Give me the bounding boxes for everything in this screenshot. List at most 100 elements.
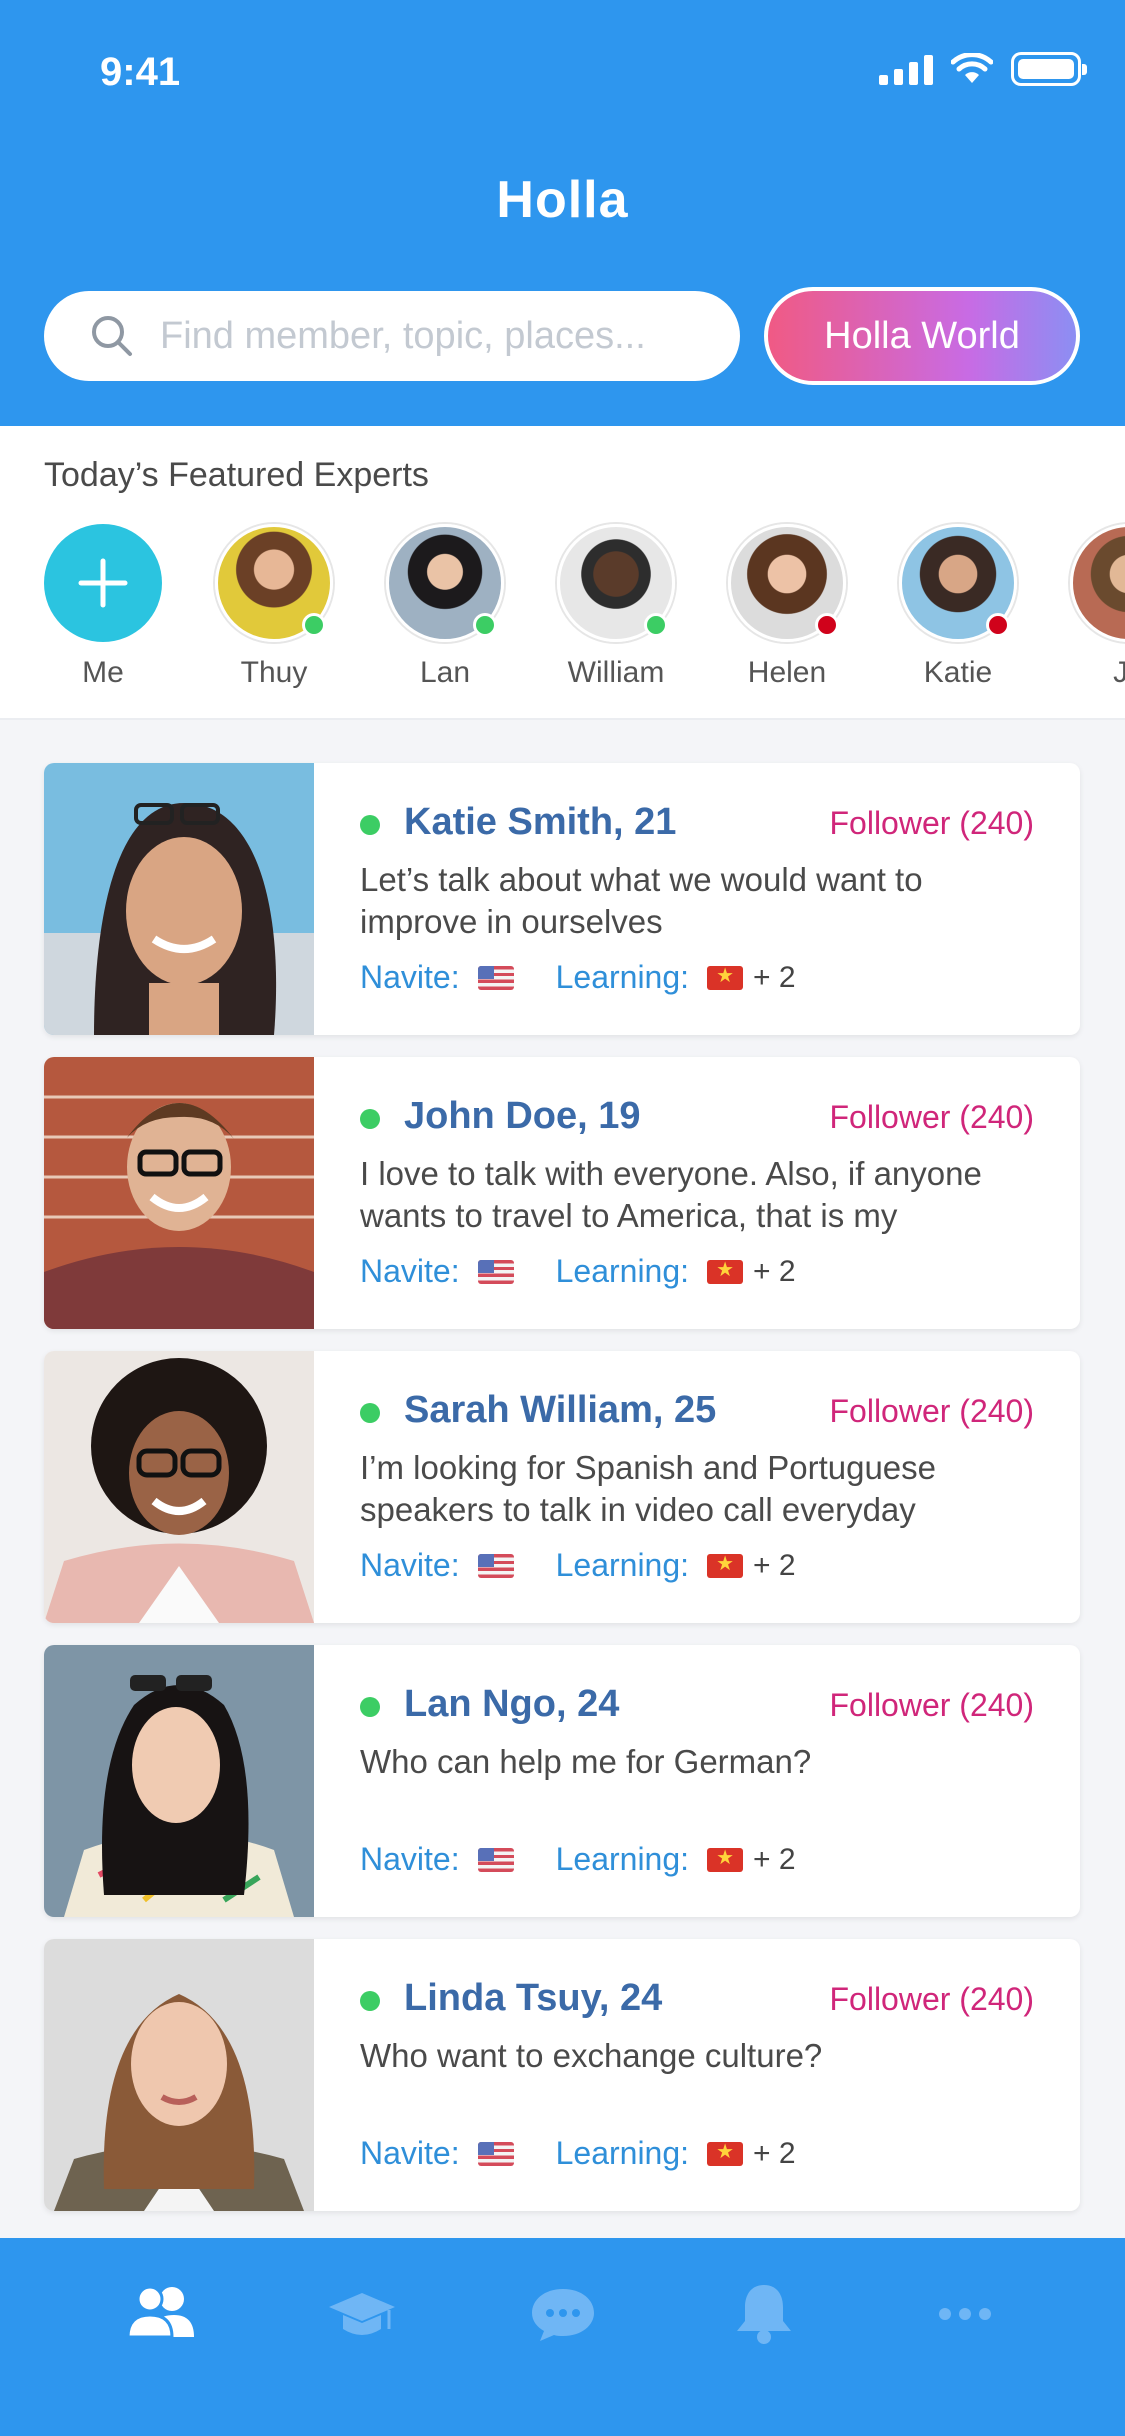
- follower-count[interactable]: Follower (240): [829, 1099, 1034, 1136]
- member-name[interactable]: Sarah William, 25: [404, 1389, 716, 1432]
- tab-notifications[interactable]: [704, 2254, 824, 2374]
- avatar-name: Lan: [419, 656, 471, 689]
- battery-icon: [1011, 52, 1087, 86]
- us-flag-icon: [477, 2141, 514, 2166]
- busy-indicator: [815, 613, 839, 637]
- member-card[interactable]: John Doe, 19 Follower (240) I love to ta…: [44, 1057, 1080, 1329]
- language-row: Navite: Learning: + 2: [360, 1547, 796, 1584]
- avatar-name: Thuy: [240, 656, 308, 689]
- tab-messages[interactable]: [503, 2254, 623, 2374]
- us-flag-icon: [477, 1553, 514, 1578]
- chat-icon: [531, 2289, 594, 2341]
- member-photo: [44, 1645, 314, 1917]
- member-photo-image: [44, 1645, 314, 1917]
- featured-item-thuy[interactable]: Thuy: [215, 524, 333, 690]
- status-time: 9:41: [100, 50, 181, 94]
- language-row: Navite: Learning: + 2: [360, 959, 796, 996]
- featured-item-jo[interactable]: Jo: [1070, 524, 1125, 690]
- app-logo: Holla: [496, 171, 629, 229]
- search-input[interactable]: [160, 314, 720, 358]
- member-name[interactable]: Katie Smith, 21: [404, 801, 676, 844]
- status-icons: [879, 52, 1087, 86]
- avatar[interactable]: [557, 524, 675, 642]
- avatar-name: William: [567, 656, 665, 689]
- member-photo-image: [44, 1939, 314, 2211]
- online-indicator: [473, 613, 497, 637]
- avatar[interactable]: [728, 524, 846, 642]
- online-indicator: [644, 613, 668, 637]
- featured-item-me[interactable]: Me: [44, 524, 162, 690]
- online-indicator: [360, 1991, 380, 2011]
- featured-item-helen[interactable]: Helen: [728, 524, 846, 690]
- bell-icon: [736, 2285, 791, 2344]
- featured-item-katie[interactable]: Katie: [899, 524, 1017, 690]
- member-name[interactable]: Linda Tsuy, 24: [404, 1977, 662, 2020]
- member-bio: I love to talk with everyone. Also, if a…: [360, 1155, 982, 1234]
- member-photo: [44, 1057, 314, 1329]
- search-bar[interactable]: [44, 291, 740, 381]
- avatar[interactable]: [899, 524, 1017, 642]
- member-photo-image: [44, 1351, 314, 1623]
- extra-languages-count: + 2: [753, 1842, 796, 1876]
- member-photo: [44, 763, 314, 1035]
- holla-world-button[interactable]: Holla World: [764, 287, 1080, 385]
- members-icon: [125, 2285, 194, 2339]
- featured-item-william[interactable]: William: [557, 524, 675, 690]
- us-flag-icon: [477, 1847, 514, 1872]
- avatar[interactable]: [1070, 524, 1125, 642]
- member-bio: Who want to exchange culture?: [360, 2037, 823, 2074]
- member-name[interactable]: Lan Ngo, 24: [404, 1683, 619, 1726]
- wifi-icon: [951, 53, 993, 83]
- avatar[interactable]: [386, 524, 504, 642]
- avatar-name: Me: [82, 656, 124, 689]
- language-row: Navite: Learning: + 2: [360, 2135, 796, 2172]
- member-card[interactable]: Lan Ngo, 24 Follower (240) Who can help …: [44, 1645, 1080, 1917]
- extra-languages-count: + 2: [753, 2136, 796, 2170]
- add-story-button[interactable]: [44, 524, 162, 642]
- native-label: Navite:: [360, 959, 460, 995]
- tab-learn[interactable]: [302, 2254, 422, 2374]
- us-flag-icon: [477, 1259, 514, 1284]
- follower-count[interactable]: Follower (240): [829, 1687, 1034, 1724]
- avatar-name: Jo: [1113, 656, 1125, 690]
- member-photo: [44, 1939, 314, 2211]
- avatar[interactable]: [215, 524, 333, 642]
- member-photo-image: [44, 763, 314, 1035]
- avatar-name: Helen: [747, 656, 827, 689]
- extra-languages-count: + 2: [753, 1548, 796, 1582]
- tab-members[interactable]: [101, 2254, 221, 2374]
- member-bio: Let’s talk about what we would want to i…: [360, 861, 923, 940]
- online-indicator: [360, 1403, 380, 1423]
- vietnam-flag-icon: [707, 1257, 744, 1284]
- online-indicator: [360, 1697, 380, 1717]
- member-card[interactable]: Linda Tsuy, 24 Follower (240) Who want t…: [44, 1939, 1080, 2211]
- plus-icon: [78, 558, 128, 608]
- member-bio: I’m looking for Spanish and Portuguese s…: [360, 1449, 937, 1528]
- extra-languages-count: + 2: [753, 960, 796, 994]
- search-icon: [92, 316, 132, 356]
- featured-item-lan[interactable]: Lan: [386, 524, 504, 690]
- vietnam-flag-icon: [707, 963, 744, 990]
- online-indicator: [360, 815, 380, 835]
- vietnam-flag-icon: [707, 1551, 744, 1578]
- vietnam-flag-icon: [707, 1845, 744, 1872]
- featured-title: Today’s Featured Experts: [44, 456, 429, 494]
- member-card[interactable]: Katie Smith, 21 Follower (240) Let’s tal…: [44, 763, 1080, 1035]
- learning-label: Learning:: [555, 1841, 690, 1877]
- member-name[interactable]: John Doe, 19: [404, 1095, 641, 1138]
- language-row: Navite: Learning: + 2: [360, 1841, 796, 1878]
- tab-more[interactable]: [905, 2254, 1025, 2374]
- follower-count[interactable]: Follower (240): [829, 1393, 1034, 1430]
- more-icon: [938, 2308, 991, 2320]
- member-photo: [44, 1351, 314, 1623]
- tab-bar: [0, 2238, 1125, 2436]
- cellular-signal-icon: [879, 53, 933, 85]
- member-photo-image: [44, 1057, 314, 1329]
- follower-count[interactable]: Follower (240): [829, 805, 1034, 842]
- avatar-name: Katie: [923, 656, 993, 689]
- learning-label: Learning:: [555, 959, 690, 995]
- follower-count[interactable]: Follower (240): [829, 1981, 1034, 2018]
- member-card[interactable]: Sarah William, 25 Follower (240) I’m loo…: [44, 1351, 1080, 1623]
- graduation-cap-icon: [328, 2293, 395, 2335]
- vietnam-flag-icon: [707, 2139, 744, 2166]
